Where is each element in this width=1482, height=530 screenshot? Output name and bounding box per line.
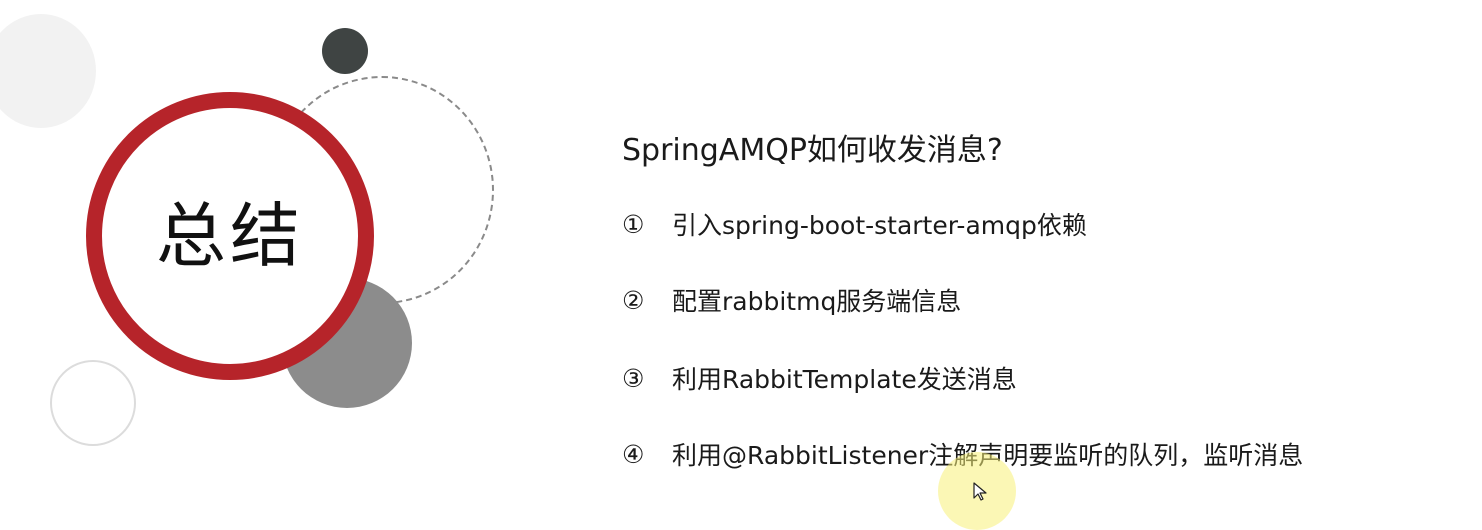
list-item: ③ 利用RabbitTemplate发送消息	[622, 360, 1017, 396]
decorative-dark-dot	[322, 28, 368, 74]
list-item-text: 利用RabbitTemplate发送消息	[672, 365, 1017, 394]
mouse-pointer-icon	[973, 482, 987, 501]
title-ring: 总结	[86, 92, 374, 380]
summary-question: SpringAMQP如何收发消息?	[622, 133, 1003, 168]
list-item-text: 配置rabbitmq服务端信息	[672, 287, 962, 316]
list-item-number: ②	[622, 285, 645, 315]
list-item-number: ③	[622, 363, 645, 393]
list-item-number: ④	[622, 439, 645, 469]
list-item-text: 引入spring-boot-starter-amqp依赖	[672, 211, 1087, 240]
decorative-light-circle	[0, 14, 96, 128]
slide-title: 总结	[156, 195, 304, 277]
list-item: ① 引入spring-boot-starter-amqp依赖	[622, 206, 1087, 242]
decorative-outline-circle	[50, 360, 136, 446]
list-item: ② 配置rabbitmq服务端信息	[622, 282, 961, 318]
list-item-number: ①	[622, 209, 645, 239]
